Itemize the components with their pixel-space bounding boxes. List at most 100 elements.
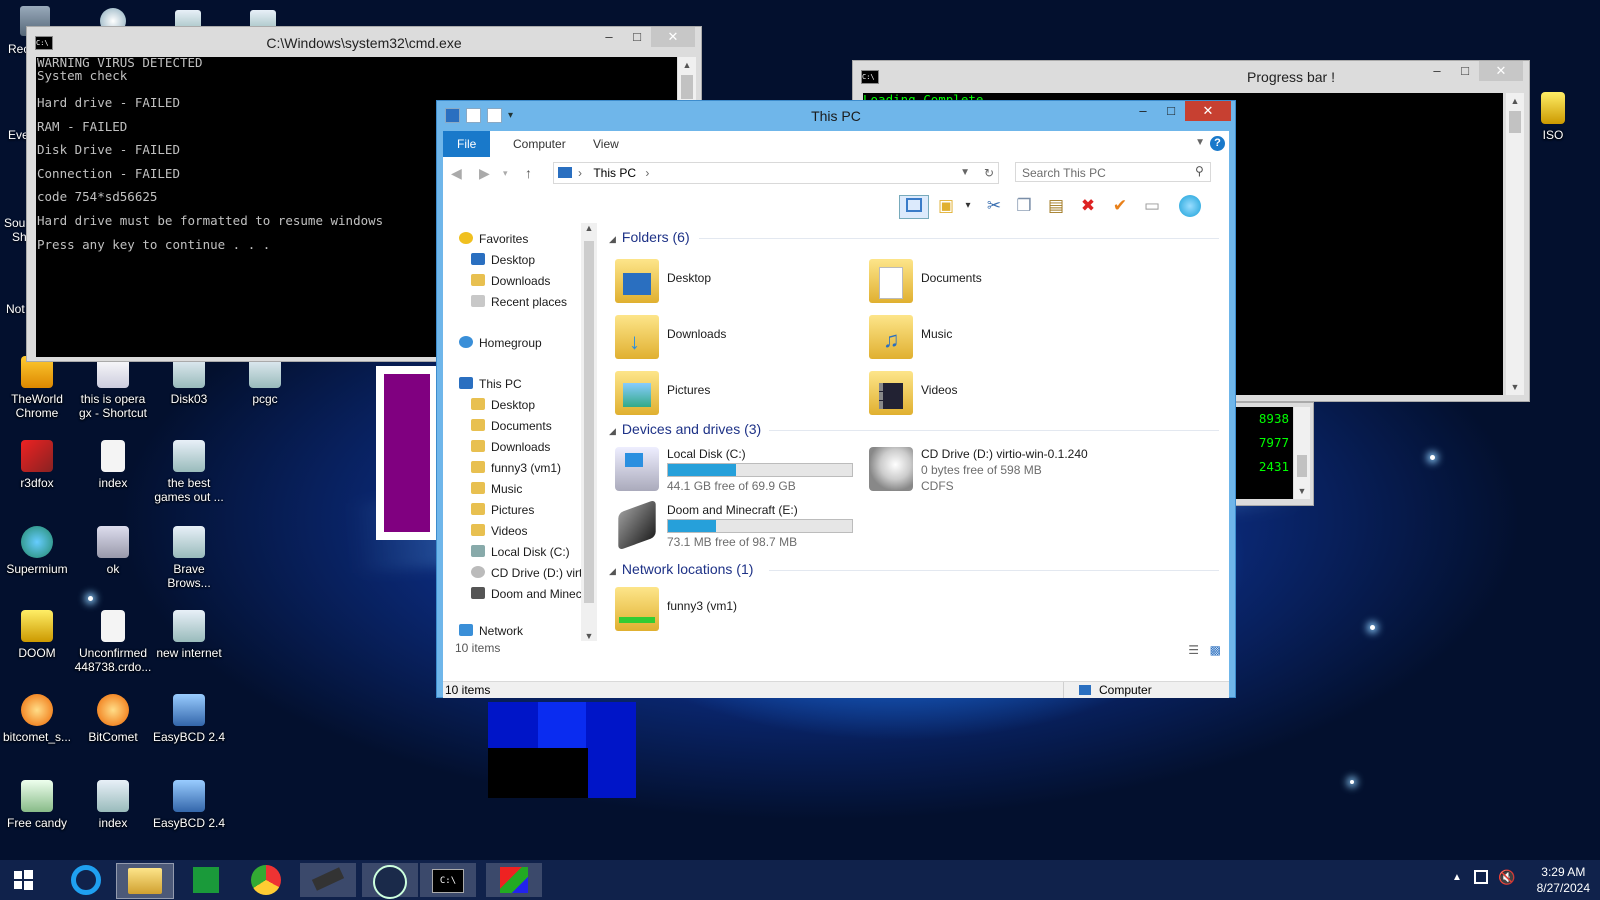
network-tile-funny3[interactable]: funny3 (vm1): [615, 585, 855, 635]
properties-icon[interactable]: ▣: [935, 195, 957, 217]
progress-titlebar[interactable]: C:\ Progress bar ! – □ ✕: [853, 61, 1529, 91]
desktop-icon-index[interactable]: index: [74, 440, 152, 490]
minimize-button[interactable]: –: [595, 27, 623, 47]
desktop-icon-new-internet[interactable]: new internet: [150, 610, 228, 660]
desktop-icon-opera-gx-shortcut[interactable]: this is opera gx - Shortcut: [74, 356, 152, 420]
recent-locations-icon[interactable]: ▾: [503, 168, 508, 179]
maximize-button[interactable]: □: [623, 27, 651, 47]
nav-network[interactable]: Network: [459, 621, 523, 641]
breadcrumb-chevron-icon[interactable]: ›: [645, 166, 649, 180]
nav-pc-cd-drive[interactable]: CD Drive (D:) virt: [471, 563, 581, 583]
drive-tile-local-disk-c[interactable]: Local Disk (C:) 44.1 GB free of 69.9 GB: [615, 445, 865, 495]
desktop-icon-bitcomet[interactable]: BitComet: [74, 694, 152, 744]
navigation-pane[interactable]: Favorites Desktop Downloads Recent place…: [443, 223, 598, 661]
taskbar-internet-explorer[interactable]: [58, 863, 114, 897]
desktop-icon-best-games[interactable]: the best games out ...: [150, 440, 228, 504]
desktop-icon-doom[interactable]: DOOM: [0, 610, 76, 660]
nav-pc-videos[interactable]: Videos: [471, 521, 527, 541]
scroll-up-arrow[interactable]: ▲: [581, 223, 597, 233]
search-input[interactable]: Search This PC: [1015, 162, 1211, 182]
scroll-down-arrow[interactable]: ▼: [581, 631, 597, 641]
minimize-button[interactable]: –: [1423, 61, 1451, 81]
desktop-icon-disk03[interactable]: Disk03: [150, 356, 228, 406]
scroll-up-arrow[interactable]: ▲: [1506, 93, 1524, 109]
delete-icon[interactable]: ✖: [1077, 195, 1099, 217]
taskbar-app[interactable]: [486, 863, 542, 897]
collapse-icon[interactable]: ◢: [609, 234, 616, 244]
taskbar-store[interactable]: [178, 863, 234, 897]
scroll-up-arrow[interactable]: ▲: [678, 57, 696, 73]
desktop-icon-easybcd[interactable]: EasyBCD 2.4: [150, 694, 228, 744]
breadcrumb-this-pc[interactable]: This PC: [593, 166, 636, 180]
folder-tile-downloads[interactable]: ↓ Downloads: [615, 313, 855, 363]
group-header-folders[interactable]: ◢ Folders (6): [609, 229, 1219, 245]
details-view-icon[interactable]: ☰: [1188, 643, 1199, 657]
explorer-titlebar[interactable]: ▾ This PC – □ ✕: [437, 101, 1235, 131]
minimize-button[interactable]: –: [1129, 101, 1157, 121]
nav-pc-desktop[interactable]: Desktop: [471, 395, 535, 415]
network-globe-icon[interactable]: [1179, 195, 1201, 217]
folder-tile-documents[interactable]: Documents: [869, 257, 1109, 307]
desktop-icon-ok[interactable]: ok: [74, 526, 152, 576]
desktop-icon-r3dfox[interactable]: r3dfox: [0, 440, 76, 490]
tab-view[interactable]: View: [579, 131, 633, 157]
network-tray-icon[interactable]: [1474, 870, 1488, 884]
back-button[interactable]: ◀: [451, 165, 462, 182]
address-dropdown-icon[interactable]: ▼: [960, 163, 970, 183]
taskbar-chrome[interactable]: [238, 863, 294, 897]
nav-desktop[interactable]: Desktop: [471, 250, 535, 270]
desktop-icon-unconfirmed-download[interactable]: Unconfirmed 448738.crdo...: [74, 610, 152, 674]
paste-icon[interactable]: ▤: [1045, 195, 1067, 217]
main-pane[interactable]: ◢ Folders (6) Desktop Documents ↓ Download…: [603, 223, 1229, 661]
folder-tile-music[interactable]: ♫ Music: [869, 313, 1109, 363]
scroll-thumb[interactable]: [681, 75, 693, 99]
scroll-down-arrow[interactable]: ▼: [1294, 483, 1310, 499]
nav-downloads[interactable]: Downloads: [471, 271, 550, 291]
close-button[interactable]: ✕: [1185, 101, 1231, 121]
drive-tile-usb-e[interactable]: Doom and Minecraft (E:) 73.1 MB free of …: [615, 499, 865, 551]
preview-pane-icon[interactable]: [899, 195, 929, 219]
taskbar-cmd[interactable]: C:\: [420, 863, 476, 897]
folder-tile-pictures[interactable]: Pictures: [615, 369, 855, 419]
nav-favorites[interactable]: Favorites: [459, 229, 528, 249]
large-icons-view-icon[interactable]: ▩: [1210, 643, 1221, 657]
group-header-network[interactable]: ◢ Network locations (1): [609, 561, 1219, 577]
nav-pc-music[interactable]: Music: [471, 479, 522, 499]
tray-overflow-icon[interactable]: ▲: [1452, 872, 1462, 883]
nav-recent-places[interactable]: Recent places: [471, 292, 567, 312]
search-icon[interactable]: ⚲: [1195, 164, 1204, 178]
desktop-icon-easybcd-2[interactable]: EasyBCD 2.4: [150, 780, 228, 830]
nav-pane-scrollbar[interactable]: ▲ ▼: [581, 223, 597, 641]
collapse-icon[interactable]: ◢: [609, 566, 616, 576]
ribbon-expand-icon[interactable]: ▼: [1195, 137, 1205, 148]
explorer-window[interactable]: ▾ This PC – □ ✕ File Computer View ▼ ? ◀…: [436, 100, 1236, 698]
desktop-icon-theworld-chrome[interactable]: TheWorld Chrome: [0, 356, 76, 420]
nav-pc-documents[interactable]: Documents: [471, 416, 552, 436]
scroll-thumb[interactable]: [1297, 455, 1307, 477]
collapse-icon[interactable]: ◢: [609, 426, 616, 436]
scroll-down-arrow[interactable]: ▼: [1506, 379, 1524, 395]
volume-muted-icon[interactable]: 🔇: [1498, 869, 1515, 886]
cut-icon[interactable]: ✂: [983, 195, 1005, 217]
taskbar-steam[interactable]: [362, 863, 418, 899]
rename-icon[interactable]: ▭: [1141, 195, 1163, 217]
start-button[interactable]: [4, 863, 44, 897]
desktop-icon-pcgc[interactable]: pcgc: [226, 356, 304, 406]
nav-pc-downloads[interactable]: Downloads: [471, 437, 550, 457]
up-button[interactable]: ↑: [525, 165, 532, 181]
close-button[interactable]: ✕: [651, 27, 695, 47]
folder-tile-videos[interactable]: Videos: [869, 369, 1109, 419]
nav-this-pc[interactable]: This PC: [459, 374, 522, 394]
properties-dropdown-icon[interactable]: ▾: [957, 195, 979, 217]
check-icon[interactable]: ✔: [1109, 195, 1131, 217]
nav-pc-local-disk[interactable]: Local Disk (C:): [471, 542, 581, 562]
tab-file[interactable]: File: [443, 131, 491, 157]
close-button[interactable]: ✕: [1479, 61, 1523, 81]
maximize-button[interactable]: □: [1157, 101, 1185, 121]
drive-tile-cd-drive-d[interactable]: CD Drive (D:) virtio-win-0.1.240 0 bytes…: [869, 445, 1169, 495]
desktop-icon-supermium[interactable]: Supermium: [0, 526, 76, 576]
cmd-titlebar[interactable]: C:\ C:\Windows\system32\cmd.exe – □ ✕: [27, 27, 701, 57]
tab-computer[interactable]: Computer: [499, 131, 580, 157]
desktop-icon-bitcomet-setup[interactable]: bitcomet_s...: [0, 694, 76, 744]
address-bar[interactable]: › This PC › ▼ ↻: [553, 162, 999, 184]
